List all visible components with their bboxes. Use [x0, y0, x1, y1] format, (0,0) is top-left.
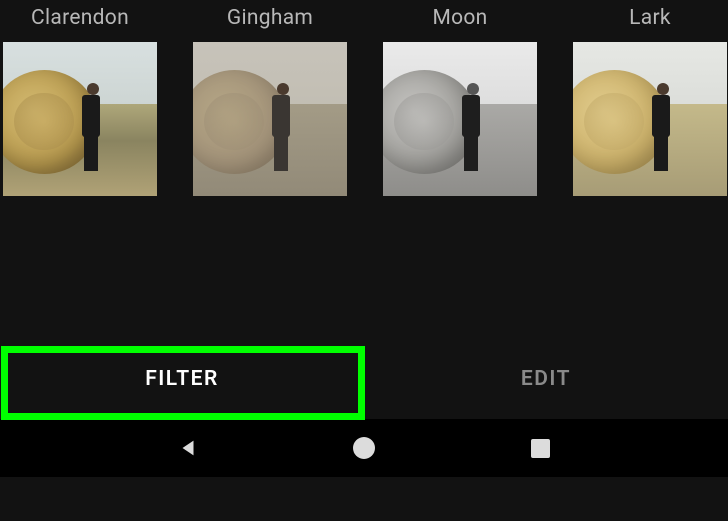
filter-label: Lark [629, 6, 671, 30]
app-container: Clarendon Gingham [0, 0, 728, 521]
spacer [0, 196, 728, 342]
filter-label: Moon [432, 6, 487, 30]
thumbnail-scene [193, 42, 347, 196]
thumbnail-scene [3, 42, 157, 196]
filter-item-moon[interactable]: Moon [383, 6, 537, 196]
filter-thumbnail[interactable] [383, 42, 537, 196]
filter-thumbnail[interactable] [193, 42, 347, 196]
nav-back-button[interactable] [158, 428, 218, 468]
filter-row[interactable]: Clarendon Gingham [0, 6, 728, 196]
filter-item-clarendon[interactable]: Clarendon [3, 6, 157, 196]
tab-filter-label: FILTER [145, 367, 219, 391]
content-area: Clarendon Gingham [0, 0, 728, 419]
filter-label: Gingham [227, 6, 313, 30]
thumbnail-scene [383, 42, 537, 196]
android-navbar [0, 419, 728, 477]
home-circle-icon [353, 437, 375, 459]
tab-edit-label: EDIT [521, 367, 571, 391]
recent-square-icon [531, 439, 550, 458]
thumbnail-scene [573, 42, 727, 196]
filter-thumbnail[interactable] [3, 42, 157, 196]
bottom-tabs: FILTER EDIT [0, 342, 728, 416]
filter-item-gingham[interactable]: Gingham [193, 6, 347, 196]
tab-edit[interactable]: EDIT [364, 342, 728, 416]
filter-thumbnail[interactable] [573, 42, 727, 196]
tab-filter[interactable]: FILTER [0, 342, 364, 416]
nav-home-button[interactable] [334, 428, 394, 468]
filter-item-lark[interactable]: Lark [573, 6, 727, 196]
back-triangle-icon [177, 437, 199, 459]
nav-recent-button[interactable] [510, 428, 570, 468]
filter-label: Clarendon [31, 6, 129, 30]
